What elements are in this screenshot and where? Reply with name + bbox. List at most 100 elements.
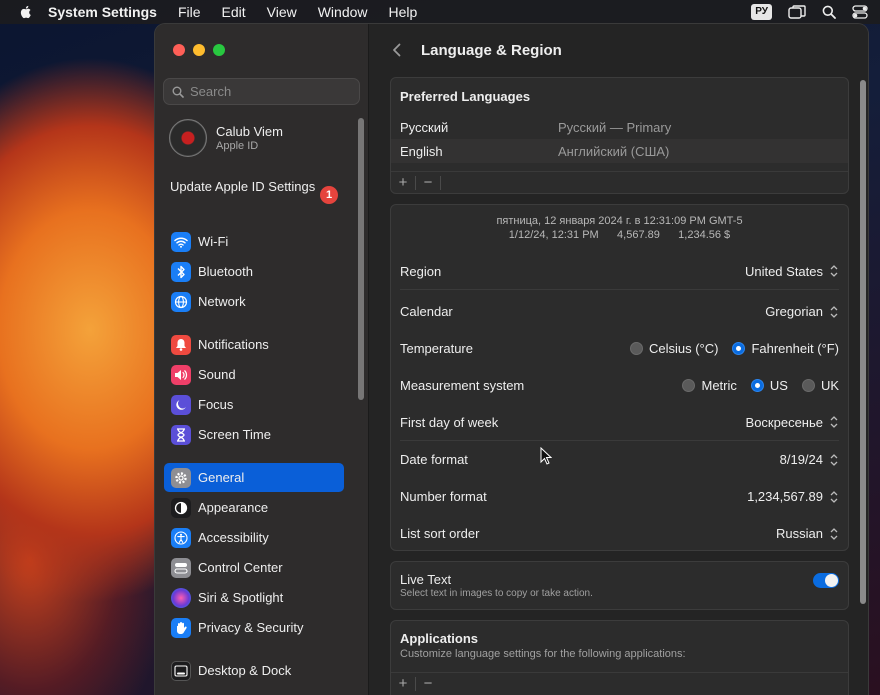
region-label: Region <box>400 263 442 279</box>
notification-badge: 1 <box>320 186 338 204</box>
measurement-row: Measurement system Metric US UK <box>400 367 839 404</box>
first-day-popup[interactable]: Воскресенье <box>746 415 839 430</box>
language-row-english[interactable]: English Английский (США) <box>391 139 848 163</box>
number-format-row: Number format 1,234,567.89 <box>400 478 839 515</box>
uk-radio[interactable]: UK <box>801 378 839 393</box>
input-source-indicator[interactable]: РУ <box>751 4 772 20</box>
popup-chevron-icon <box>830 305 838 318</box>
avatar <box>169 119 207 157</box>
live-text-toggle[interactable] <box>813 573 839 588</box>
sidebar-item-label: Privacy & Security <box>198 620 304 635</box>
sidebar: Calub Viem Apple ID Update Apple ID Sett… <box>155 24 369 695</box>
control-center-icon[interactable] <box>852 5 868 19</box>
sidebar-item-desktop-dock[interactable]: Desktop & Dock <box>164 656 344 685</box>
popup-chevron-icon <box>830 453 838 466</box>
apple-menu-icon[interactable] <box>18 4 34 20</box>
spotlight-search-icon[interactable] <box>822 5 836 19</box>
menu-view[interactable]: View <box>267 4 297 20</box>
date-format-value: 8/19/24 <box>779 452 823 467</box>
add-language-button[interactable]: + <box>391 174 415 191</box>
apple-id-profile[interactable]: Calub Viem Apple ID <box>169 119 283 157</box>
calendar-value: Gregorian <box>765 304 823 319</box>
zoom-button[interactable] <box>213 44 225 56</box>
language-name: Русский <box>400 119 449 135</box>
sidebar-search[interactable] <box>163 78 360 105</box>
sort-order-row: List sort order Russian <box>400 515 839 552</box>
sidebar-item-label: Notifications <box>198 337 269 352</box>
bell-icon <box>171 334 191 355</box>
divider <box>440 175 441 190</box>
update-apple-id-settings[interactable]: Update Apple ID Settings <box>170 179 340 195</box>
menu-edit[interactable]: Edit <box>222 4 246 20</box>
siri-icon <box>171 587 191 608</box>
language-detail: Русский — Primary <box>558 119 672 135</box>
region-popup[interactable]: United States <box>745 264 839 279</box>
main-scrollbar[interactable] <box>860 80 866 604</box>
moon-icon <box>171 394 191 415</box>
sidebar-item-screen-time[interactable]: Screen Time <box>164 420 344 449</box>
window-overview-icon[interactable] <box>788 5 806 19</box>
fahrenheit-radio[interactable]: Fahrenheit (°F) <box>732 341 839 356</box>
format-preview-numbers: 1/12/24, 12:31 PM 4,567.89 1,234.56 $ <box>508 229 731 241</box>
us-radio[interactable]: US <box>750 378 788 393</box>
sidebar-item-label: Network <box>198 294 246 309</box>
sidebar-item-label: Desktop & Dock <box>198 663 292 678</box>
minimize-button[interactable] <box>193 44 205 56</box>
temperature-row: Temperature Celsius (°C) Fahrenheit (°F) <box>400 330 839 367</box>
radio-button-selected <box>732 342 746 355</box>
language-detail: Английский (США) <box>558 143 670 159</box>
menu-file[interactable]: File <box>178 4 201 20</box>
appearance-icon <box>171 497 191 518</box>
speaker-icon <box>171 364 191 385</box>
radio-button-selected <box>750 379 764 392</box>
menu-app-name[interactable]: System Settings <box>48 4 157 20</box>
close-button[interactable] <box>173 44 185 56</box>
sidebar-item-siri-spotlight[interactable]: Siri & Spotlight <box>164 583 344 612</box>
sidebar-item-label: Siri & Spotlight <box>198 590 284 605</box>
sidebar-item-control-center[interactable]: Control Center <box>164 553 344 582</box>
applications-list-controls: + − <box>391 672 848 694</box>
menu-help[interactable]: Help <box>389 4 418 20</box>
remove-application-button[interactable]: − <box>416 675 440 692</box>
sidebar-item-general[interactable]: General <box>164 463 344 492</box>
menu-window[interactable]: Window <box>318 4 368 20</box>
temperature-label: Temperature <box>400 341 473 356</box>
search-input[interactable] <box>190 84 350 99</box>
language-row-russian[interactable]: Русский Русский — Primary <box>391 115 848 139</box>
live-text-description: Select text in images to copy or take ac… <box>400 588 593 599</box>
sidebar-item-appearance[interactable]: Appearance <box>164 493 344 522</box>
radio-label: UK <box>820 378 839 393</box>
search-icon <box>172 86 184 98</box>
preferred-languages-title: Preferred Languages <box>400 89 531 104</box>
system-settings-window: Calub Viem Apple ID Update Apple ID Sett… <box>155 24 868 695</box>
first-day-value: Воскресенье <box>745 414 823 430</box>
celsius-radio[interactable]: Celsius (°C) <box>629 341 718 356</box>
sidebar-item-sound[interactable]: Sound <box>164 360 344 389</box>
sidebar-item-privacy-security[interactable]: Privacy & Security <box>164 613 344 642</box>
sidebar-item-wifi[interactable]: Wi-Fi <box>164 227 344 256</box>
sort-order-label: List sort order <box>400 526 480 541</box>
region-format-card: пятница, 12 января 2024 г. в 12:31:09 PM… <box>390 204 849 551</box>
radio-label: Fahrenheit (°F) <box>751 341 839 356</box>
sidebar-item-bluetooth[interactable]: Bluetooth <box>164 257 344 286</box>
number-format-popup[interactable]: 1,234,567.89 <box>747 489 839 504</box>
metric-radio[interactable]: Metric <box>682 378 737 393</box>
first-day-label: First day of week <box>400 414 499 430</box>
format-preview: пятница, 12 января 2024 г. в 12:31:09 PM… <box>391 214 848 242</box>
remove-language-button[interactable]: − <box>416 174 440 191</box>
sidebar-item-focus[interactable]: Focus <box>164 390 344 419</box>
sidebar-scrollbar[interactable] <box>358 118 364 400</box>
calendar-popup[interactable]: Gregorian <box>765 304 839 319</box>
back-chevron-icon[interactable] <box>389 42 405 58</box>
sidebar-item-accessibility[interactable]: Accessibility <box>164 523 344 552</box>
date-format-popup[interactable]: 8/19/24 <box>780 452 839 467</box>
sidebar-item-notifications[interactable]: Notifications <box>164 330 344 359</box>
sort-order-popup[interactable]: Russian <box>776 526 839 541</box>
radio-label: US <box>769 378 788 393</box>
number-format-label: Number format <box>400 489 487 504</box>
panel-header: Language & Region <box>369 24 868 76</box>
date-format-row: Date format 8/19/24 <box>400 441 839 478</box>
radio-label: Metric <box>701 378 737 393</box>
add-application-button[interactable]: + <box>391 675 415 692</box>
sidebar-item-network[interactable]: Network <box>164 287 344 316</box>
